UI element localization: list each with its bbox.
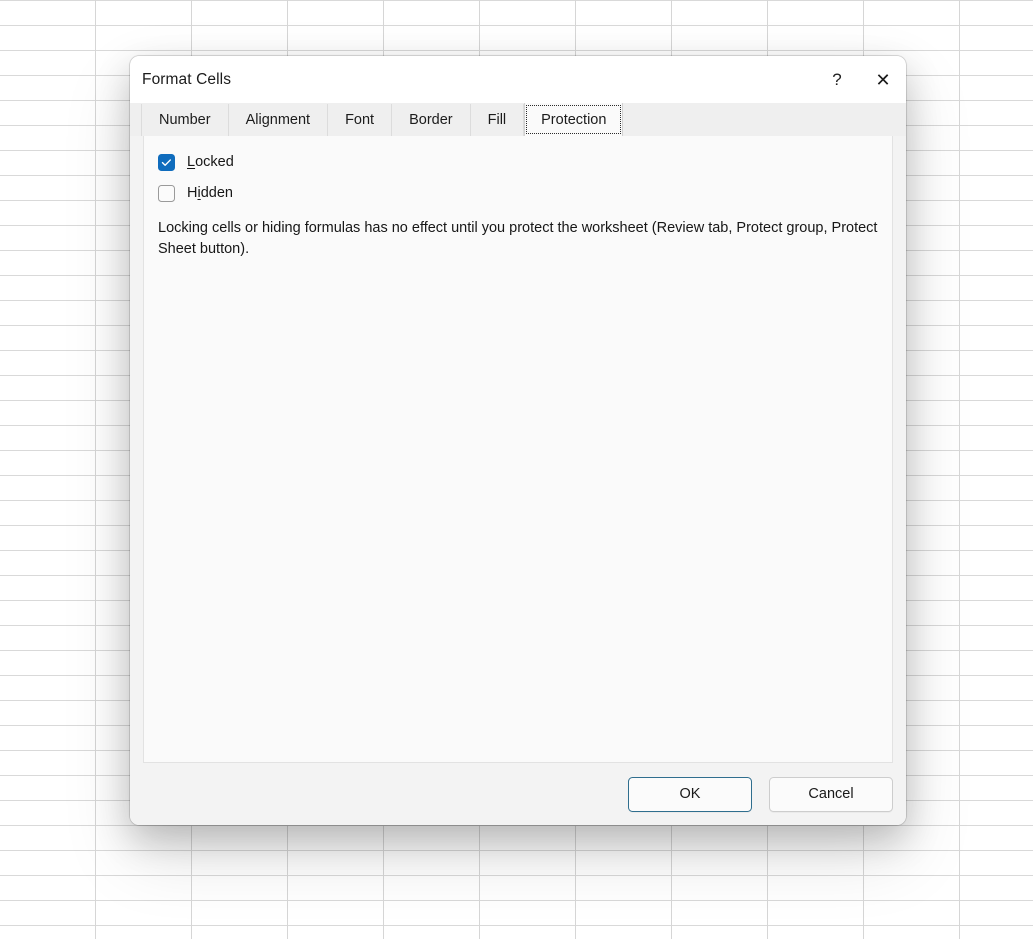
ok-button[interactable]: OK xyxy=(628,776,752,812)
checkmark-icon xyxy=(161,158,172,166)
tab-protection[interactable]: Protection xyxy=(524,103,624,136)
tab-number[interactable]: Number xyxy=(141,104,229,136)
help-button[interactable]: ? xyxy=(814,56,860,103)
locked-checkbox-row[interactable]: Locked xyxy=(158,150,878,174)
question-mark-icon: ? xyxy=(832,70,842,89)
tab-alignment[interactable]: Alignment xyxy=(228,104,329,136)
hidden-checkbox[interactable] xyxy=(158,184,175,202)
tab-font[interactable]: Font xyxy=(328,104,393,136)
format-cells-dialog: Format Cells ? ✕ Number Alignment Font B… xyxy=(130,56,906,825)
tab-fill[interactable]: Fill xyxy=(470,104,525,136)
locked-checkbox-label: Locked xyxy=(187,154,234,170)
locked-checkbox[interactable] xyxy=(158,153,175,171)
dialog-title-bar: Format Cells ? ✕ xyxy=(130,56,906,103)
protection-tab-panel: Locked Hidden Locking cells or hiding fo… xyxy=(143,136,893,763)
protection-description: Locking cells or hiding formulas has no … xyxy=(158,220,878,257)
close-button[interactable]: ✕ xyxy=(860,56,906,103)
title-bar-actions: ? ✕ xyxy=(814,56,906,103)
cancel-button[interactable]: Cancel xyxy=(769,776,893,812)
tab-border[interactable]: Border xyxy=(392,104,471,136)
hidden-checkbox-label: Hidden xyxy=(187,185,233,201)
dialog-tab-strip: Number Alignment Font Border Fill Protec… xyxy=(130,103,906,136)
hidden-checkbox-row[interactable]: Hidden xyxy=(158,181,878,205)
dialog-title: Format Cells xyxy=(142,70,232,88)
dialog-footer: OK Cancel xyxy=(130,763,906,825)
close-icon: ✕ xyxy=(875,69,891,90)
